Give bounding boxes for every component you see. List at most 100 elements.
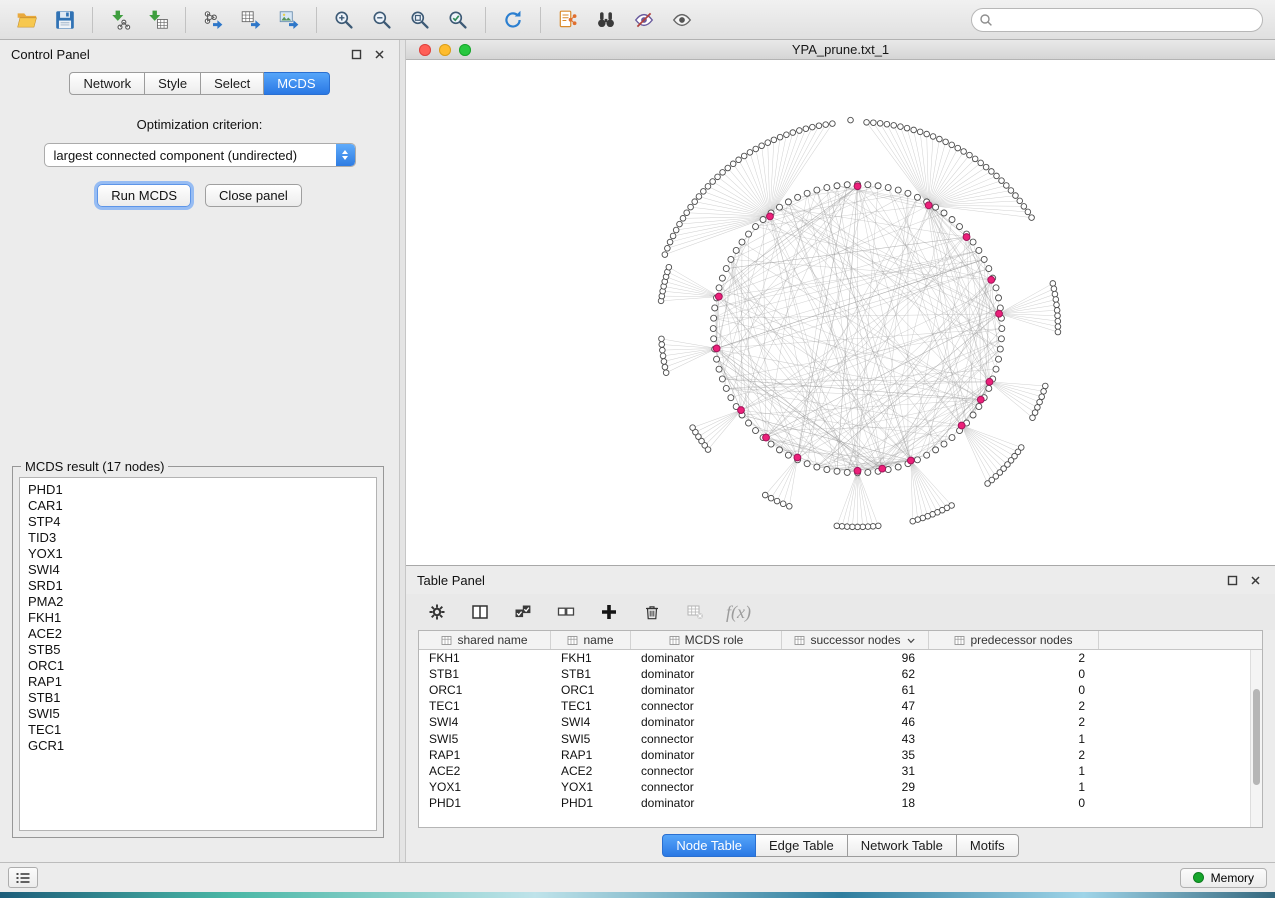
memory-button[interactable]: Memory bbox=[1180, 868, 1267, 888]
network-node[interactable] bbox=[696, 194, 702, 200]
network-node[interactable] bbox=[994, 173, 1000, 179]
network-node[interactable] bbox=[784, 132, 790, 138]
network-node[interactable] bbox=[972, 156, 978, 162]
network-node[interactable] bbox=[1025, 209, 1031, 215]
network-node[interactable] bbox=[768, 495, 774, 501]
zoom-selected-button[interactable] bbox=[439, 5, 477, 35]
select-all-button[interactable] bbox=[511, 600, 535, 624]
tab-style[interactable]: Style bbox=[145, 72, 201, 95]
network-node[interactable] bbox=[1008, 188, 1014, 194]
network-node[interactable] bbox=[670, 233, 676, 239]
network-node[interactable] bbox=[712, 305, 718, 311]
network-node[interactable] bbox=[715, 174, 721, 180]
network-node[interactable] bbox=[933, 447, 939, 453]
network-node[interactable] bbox=[760, 217, 766, 223]
tab-network[interactable]: Network bbox=[69, 72, 145, 95]
dominator-node[interactable] bbox=[767, 213, 774, 220]
network-node[interactable] bbox=[662, 252, 668, 258]
table-row[interactable]: STB1STB1dominator620 bbox=[419, 666, 1262, 682]
task-history-button[interactable] bbox=[8, 867, 38, 888]
network-node[interactable] bbox=[1054, 307, 1060, 313]
export-network-button[interactable] bbox=[194, 5, 232, 35]
network-node[interactable] bbox=[776, 447, 782, 453]
dominator-node[interactable] bbox=[713, 345, 720, 352]
network-node[interactable] bbox=[710, 179, 716, 185]
network-node[interactable] bbox=[677, 221, 683, 227]
dominator-node[interactable] bbox=[958, 422, 965, 429]
network-node[interactable] bbox=[910, 518, 916, 524]
table-row[interactable]: TEC1TEC1connector472 bbox=[419, 698, 1262, 714]
network-node[interactable] bbox=[885, 467, 891, 473]
network-node[interactable] bbox=[733, 247, 739, 253]
network-node[interactable] bbox=[777, 134, 783, 140]
network-node[interactable] bbox=[688, 204, 694, 210]
network-node[interactable] bbox=[1039, 394, 1045, 400]
network-node[interactable] bbox=[780, 501, 786, 507]
tab-node-table[interactable]: Node Table bbox=[662, 834, 756, 857]
save-session-button[interactable] bbox=[46, 5, 84, 35]
network-node[interactable] bbox=[730, 161, 736, 167]
close-window-button[interactable] bbox=[419, 44, 431, 56]
network-node[interactable] bbox=[759, 143, 765, 149]
dominator-node[interactable] bbox=[988, 276, 995, 283]
mcds-result-item[interactable]: TID3 bbox=[28, 530, 376, 546]
network-node[interactable] bbox=[967, 152, 973, 158]
network-node[interactable] bbox=[1030, 415, 1036, 421]
table-row[interactable]: SWI5SWI5connector431 bbox=[419, 730, 1262, 746]
network-node[interactable] bbox=[816, 123, 822, 129]
network-node[interactable] bbox=[924, 452, 930, 458]
network-node[interactable] bbox=[710, 326, 716, 332]
network-node[interactable] bbox=[1055, 324, 1061, 330]
network-node[interactable] bbox=[983, 164, 989, 170]
network-node[interactable] bbox=[970, 239, 976, 245]
network-node[interactable] bbox=[728, 256, 734, 262]
network-node[interactable] bbox=[976, 404, 982, 410]
network-node[interactable] bbox=[1055, 329, 1061, 335]
network-node[interactable] bbox=[719, 275, 725, 281]
network-node[interactable] bbox=[716, 366, 722, 372]
mcds-result-item[interactable]: STP4 bbox=[28, 514, 376, 530]
mcds-result-item[interactable]: TEC1 bbox=[28, 722, 376, 738]
network-node[interactable] bbox=[895, 187, 901, 193]
network-node[interactable] bbox=[914, 457, 920, 463]
network-node[interactable] bbox=[716, 285, 722, 291]
column-header-predecessor-nodes[interactable]: predecessor nodes bbox=[929, 631, 1099, 649]
network-node[interactable] bbox=[884, 121, 890, 127]
network-node[interactable] bbox=[824, 467, 830, 473]
network-node[interactable] bbox=[865, 182, 871, 188]
network-node[interactable] bbox=[997, 346, 1003, 352]
network-node[interactable] bbox=[917, 129, 923, 135]
network-node[interactable] bbox=[1043, 383, 1049, 389]
import-table-button[interactable] bbox=[139, 5, 177, 35]
network-node[interactable] bbox=[785, 199, 791, 205]
mcds-result-item[interactable]: STB1 bbox=[28, 690, 376, 706]
export-table-button[interactable] bbox=[232, 5, 270, 35]
mcds-result-list[interactable]: PHD1CAR1STP4TID3YOX1SWI4SRD1PMA2FKH1ACE2… bbox=[19, 477, 377, 831]
dominator-node[interactable] bbox=[925, 202, 932, 209]
mcds-result-item[interactable]: PMA2 bbox=[28, 594, 376, 610]
network-node[interactable] bbox=[659, 342, 665, 348]
hide-graphics-details-button[interactable] bbox=[625, 5, 663, 35]
tab-mcds[interactable]: MCDS bbox=[264, 72, 329, 95]
network-node[interactable] bbox=[970, 412, 976, 418]
network-node[interactable] bbox=[684, 210, 690, 216]
network-node[interactable] bbox=[753, 146, 759, 152]
network-node[interactable] bbox=[795, 194, 801, 200]
table-row[interactable]: PHD1PHD1dominator180 bbox=[419, 795, 1262, 811]
network-node[interactable] bbox=[914, 194, 920, 200]
dominator-node[interactable] bbox=[977, 396, 984, 403]
network-node[interactable] bbox=[741, 153, 747, 159]
network-node[interactable] bbox=[1035, 405, 1041, 411]
network-node[interactable] bbox=[1055, 318, 1061, 324]
network-node[interactable] bbox=[719, 376, 725, 382]
network-node[interactable] bbox=[711, 315, 717, 321]
network-node[interactable] bbox=[957, 224, 963, 230]
network-window-titlebar[interactable]: YPA_prune.txt_1 bbox=[406, 40, 1275, 60]
table-row[interactable]: ORC1ORC1dominator610 bbox=[419, 682, 1262, 698]
network-node[interactable] bbox=[753, 224, 759, 230]
table-mode-button[interactable] bbox=[425, 600, 449, 624]
network-node[interactable] bbox=[1029, 215, 1035, 221]
delete-column-button[interactable] bbox=[640, 600, 664, 624]
tab-edge-table[interactable]: Edge Table bbox=[756, 834, 848, 857]
tab-network-table[interactable]: Network Table bbox=[848, 834, 957, 857]
